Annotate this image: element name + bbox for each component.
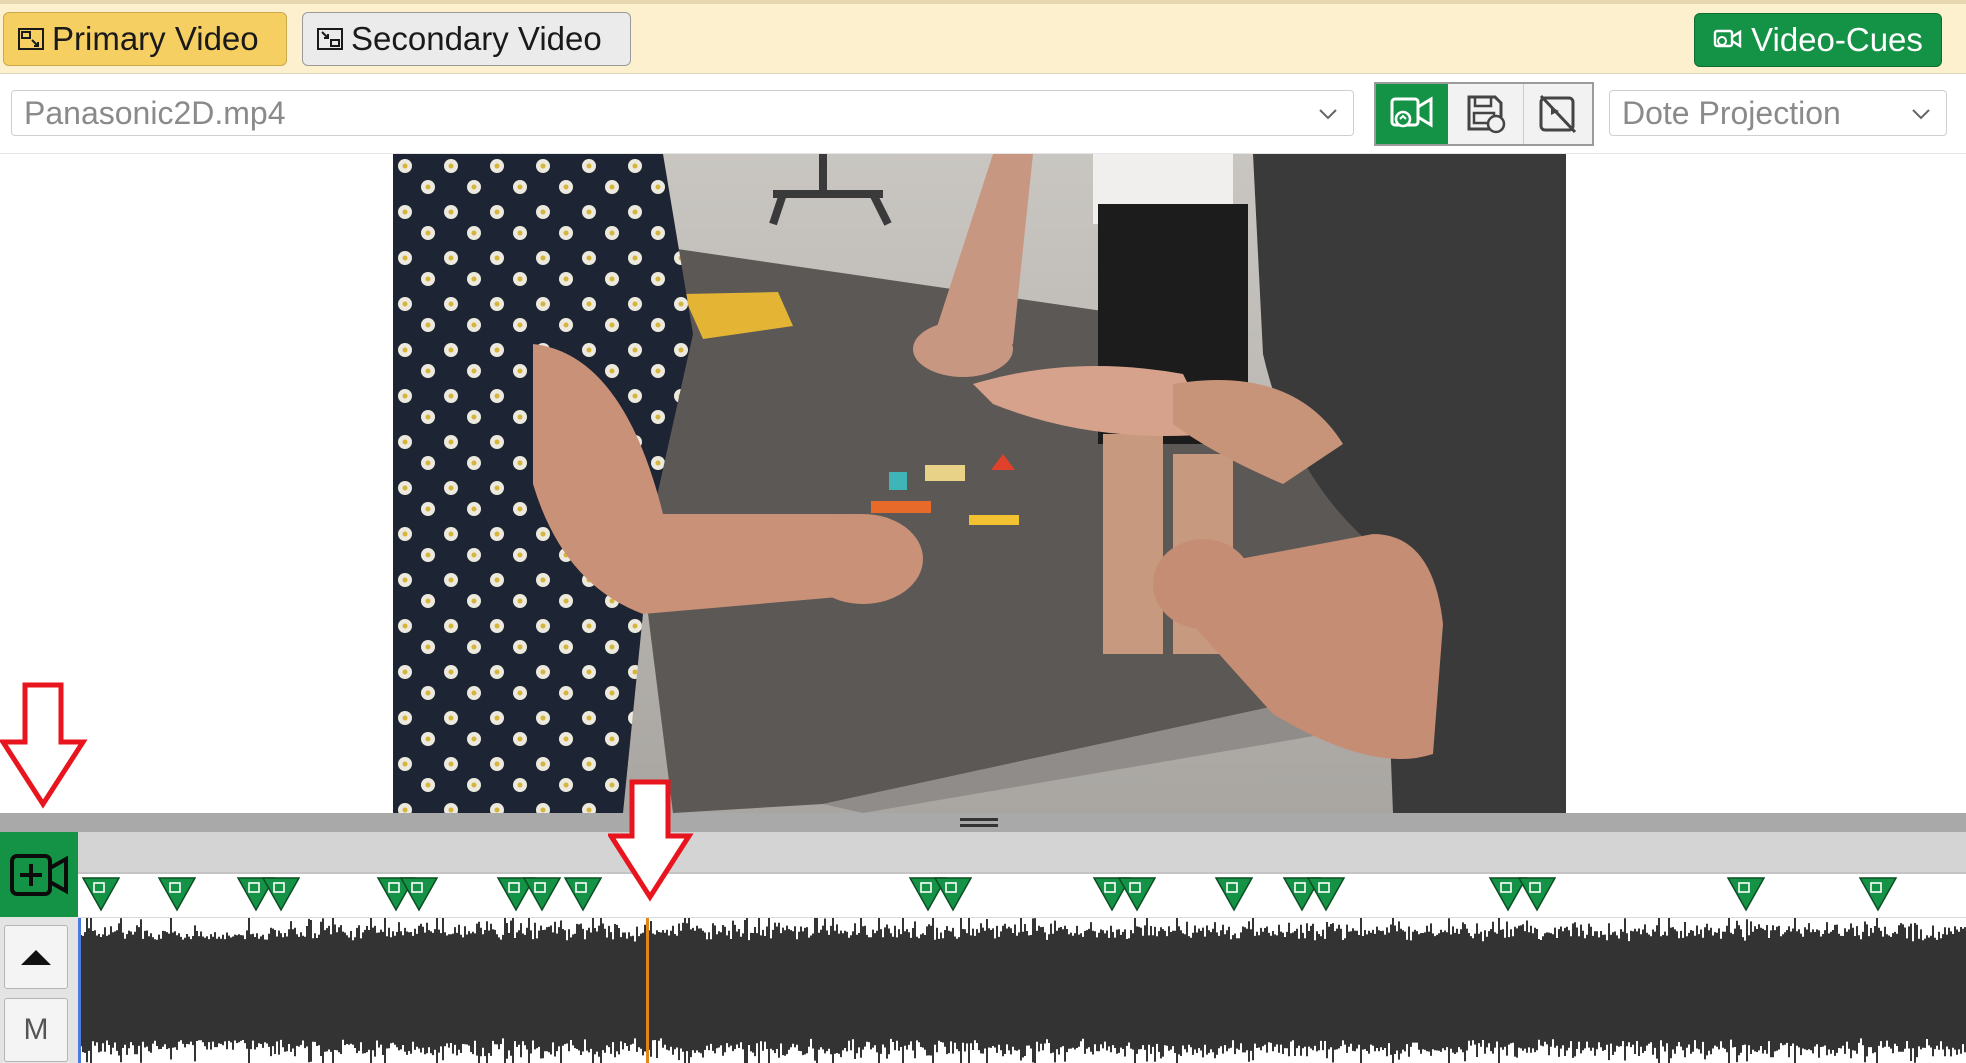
video-file-value: Panasonic2D.mp4 bbox=[24, 94, 286, 131]
cue-marker[interactable] bbox=[1517, 877, 1557, 912]
video-player[interactable] bbox=[393, 154, 1566, 813]
tab-primary-video[interactable]: Primary Video bbox=[3, 12, 287, 66]
video-off-icon bbox=[1539, 94, 1577, 134]
video-cues-label: Video-Cues bbox=[1751, 21, 1923, 58]
tab-primary-label: Primary Video bbox=[52, 20, 259, 57]
cue-marker[interactable] bbox=[522, 877, 562, 912]
panel-splitter[interactable] bbox=[0, 813, 1966, 832]
triangle-up-icon bbox=[21, 950, 51, 965]
cue-marker[interactable] bbox=[157, 877, 197, 912]
sync-video-button[interactable] bbox=[1376, 84, 1448, 144]
cue-marker[interactable] bbox=[1214, 877, 1254, 912]
collapse-timeline-button[interactable] bbox=[4, 925, 68, 989]
chevron-down-icon bbox=[1912, 109, 1930, 120]
tab-bar: Primary Video Secondary Video Video-Cues bbox=[0, 0, 1966, 74]
sync-button-group bbox=[1374, 82, 1594, 146]
cue-marker[interactable] bbox=[1858, 877, 1898, 912]
video-file-select[interactable]: Panasonic2D.mp4 bbox=[11, 90, 1354, 136]
cue-marker[interactable] bbox=[81, 877, 121, 912]
video-sync-icon bbox=[1390, 96, 1433, 128]
cue-marker[interactable] bbox=[563, 877, 603, 912]
cue-marker[interactable] bbox=[1726, 877, 1766, 912]
cue-track[interactable] bbox=[78, 874, 1966, 918]
picture-in-picture-icon bbox=[317, 20, 343, 58]
waveform-graphic bbox=[80, 908, 1966, 1063]
cue-marker[interactable] bbox=[933, 877, 973, 912]
save-sync-button[interactable] bbox=[1448, 84, 1524, 144]
playhead[interactable] bbox=[646, 918, 649, 1063]
cue-marker[interactable] bbox=[1488, 877, 1528, 912]
waveform-path bbox=[80, 908, 1966, 1063]
tab-secondary-label: Secondary Video bbox=[351, 20, 602, 57]
cue-marker[interactable] bbox=[261, 877, 301, 912]
add-video-cue-icon bbox=[10, 853, 68, 896]
save-sync-icon bbox=[1467, 95, 1505, 134]
mute-label: M bbox=[23, 1013, 49, 1046]
app-root: Primary Video Secondary Video Video-Cues… bbox=[0, 0, 1966, 1063]
projection-value: Dote Projection bbox=[1622, 94, 1841, 131]
projection-select[interactable]: Dote Projection bbox=[1609, 90, 1947, 136]
cue-marker[interactable] bbox=[399, 877, 439, 912]
video-frame bbox=[393, 154, 1566, 813]
video-sync-icon bbox=[1713, 21, 1743, 59]
timeline-scrollbar[interactable] bbox=[78, 832, 1966, 874]
cue-marker[interactable] bbox=[1306, 877, 1346, 912]
cue-marker[interactable] bbox=[1117, 877, 1157, 912]
splitter-grip-icon bbox=[960, 818, 998, 827]
tab-secondary-video[interactable]: Secondary Video bbox=[302, 12, 631, 66]
cue-markers bbox=[81, 877, 1898, 912]
video-cues-button[interactable]: Video-Cues bbox=[1694, 13, 1942, 67]
video-toolbar: Panasonic2D.mp4 Dote Projection bbox=[0, 74, 1966, 154]
annotation-arrow-icon bbox=[608, 779, 694, 902]
chevron-down-icon bbox=[1319, 109, 1337, 120]
picture-in-picture-icon bbox=[18, 20, 44, 58]
annotation-arrow-icon bbox=[0, 682, 88, 809]
mute-button[interactable]: M bbox=[4, 998, 68, 1062]
audio-waveform[interactable] bbox=[78, 908, 1966, 1063]
disable-video-button[interactable] bbox=[1524, 84, 1592, 144]
add-cue-button[interactable] bbox=[0, 832, 78, 917]
